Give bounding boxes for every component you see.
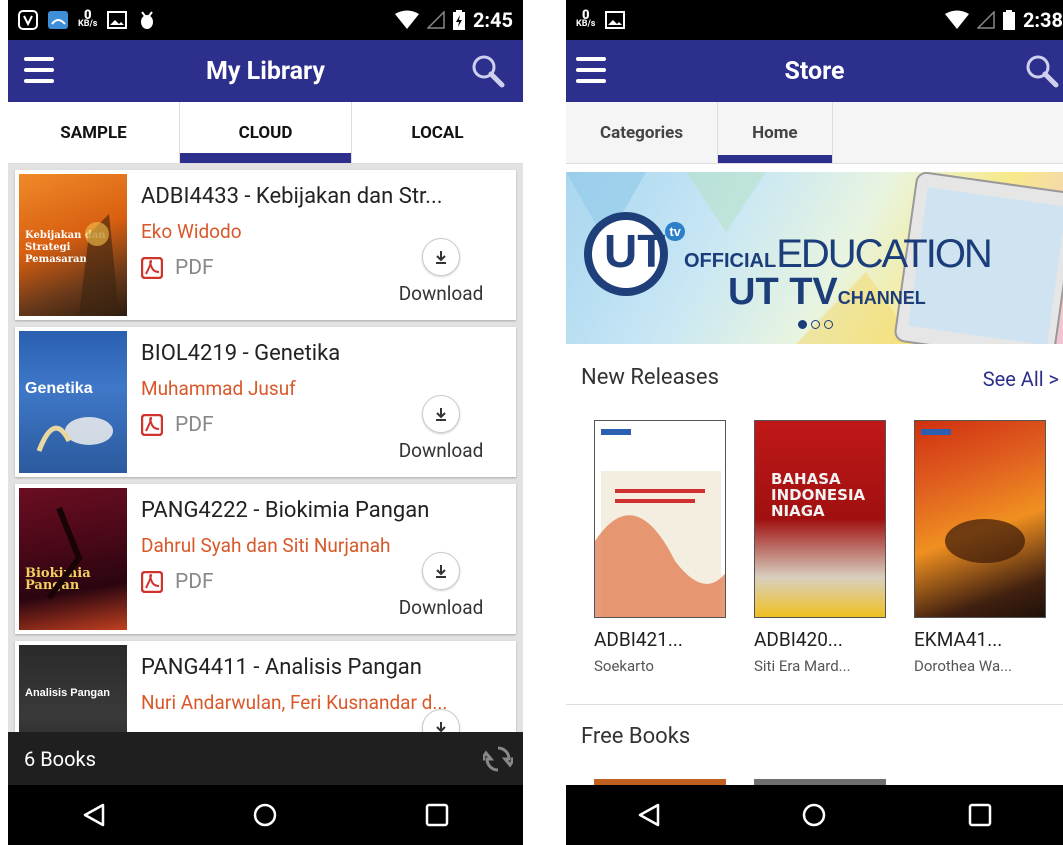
book-card[interactable]: Genetika BIOL4219 - Genetika Muhammad Ju…	[15, 327, 516, 477]
tab-categories[interactable]: Categories	[566, 102, 717, 163]
book-title: BIOL4219 - Genetika	[141, 341, 341, 366]
book-cover: Biokimia Pangan	[19, 488, 127, 630]
book-count: 6 Books	[24, 746, 96, 771]
search-icon[interactable]	[471, 54, 505, 88]
file-format: PDF	[141, 413, 214, 437]
app-bar: Store	[566, 40, 1063, 102]
pdf-icon	[141, 571, 163, 593]
my-library-screen: 0 KB/s 2:45 My Library SAMPLE CLOUD LOCAL	[8, 0, 523, 845]
book-cover	[914, 420, 1046, 618]
store-tabs: Categories Home	[566, 102, 1063, 164]
page-title: My Library	[206, 56, 325, 86]
download-icon	[436, 251, 446, 264]
back-icon[interactable]	[629, 795, 669, 835]
book-title: PANG4411 - Analisis Pangan	[141, 655, 422, 680]
new-releases-heading: New Releases	[581, 365, 719, 390]
clock: 2:38	[1022, 8, 1063, 32]
file-format: PDF	[141, 570, 214, 594]
menu-icon[interactable]	[576, 57, 606, 83]
release-item[interactable]: BAHASA INDONESIA NIAGA ADBI420... Siti E…	[754, 420, 886, 675]
release-title: EKMA41...	[914, 628, 1003, 651]
book-card[interactable]: Biokimia Pangan PANG4222 - Biokimia Pang…	[15, 484, 516, 634]
battery-icon	[1002, 10, 1015, 30]
menu-icon[interactable]	[24, 57, 54, 83]
file-format: PDF	[141, 256, 214, 280]
see-all-link[interactable]: See All >	[983, 367, 1059, 391]
ut-logo: UT tv	[604, 222, 685, 278]
back-icon[interactable]	[74, 795, 114, 835]
release-author: Dorothea Wa...	[914, 657, 1012, 675]
search-icon[interactable]	[1025, 54, 1059, 88]
release-item[interactable]: ADBI421... Soekarto	[594, 420, 726, 675]
carousel-dot-active	[798, 320, 807, 329]
tab-home[interactable]: Home	[717, 102, 832, 163]
book-cover: Kebijakan dan Strategi Pemasaran	[19, 174, 127, 316]
pdf-icon	[141, 257, 163, 279]
recents-icon[interactable]	[417, 795, 457, 835]
signal-icon	[426, 11, 445, 29]
download-button[interactable]	[386, 709, 496, 732]
book-card[interactable]: Kebijakan dan Strategi Pemasaran ADBI443…	[15, 170, 516, 320]
home-icon[interactable]	[794, 795, 834, 835]
signal-icon	[976, 11, 995, 29]
book-title: PANG4222 - Biokimia Pangan	[141, 498, 430, 523]
page-title: Store	[784, 56, 845, 86]
release-author: Soekarto	[594, 657, 654, 675]
download-button[interactable]: Download	[386, 395, 496, 462]
release-author: Siti Era Mard...	[754, 657, 851, 675]
free-books-heading: Free Books	[581, 724, 691, 749]
download-icon	[436, 408, 446, 421]
image-notification-icon	[107, 10, 128, 30]
book-title: ADBI4433 - Kebijakan dan Str...	[141, 184, 443, 209]
download-button[interactable]: Download	[386, 238, 496, 305]
weather-notification-icon	[48, 10, 68, 30]
banner-text: OFFICIALEDUCATION UT TVCHANNEL	[684, 232, 993, 313]
download-button[interactable]: Download	[386, 552, 496, 619]
bug-notification-icon	[137, 10, 157, 30]
download-icon	[436, 565, 446, 578]
network-speed: 0 KB/s	[78, 8, 98, 29]
sync-icon[interactable]	[483, 744, 513, 774]
promo-banner[interactable]: UT tv OFFICIALEDUCATION UT TVCHANNEL	[566, 172, 1063, 344]
carousel-dot	[824, 320, 833, 329]
release-title: ADBI421...	[594, 628, 683, 651]
clock: 2:45	[472, 8, 513, 32]
recents-icon[interactable]	[960, 795, 1000, 835]
book-cover: Genetika	[19, 331, 127, 473]
library-tabs: SAMPLE CLOUD LOCAL	[8, 102, 523, 164]
book-cover	[594, 420, 726, 618]
store-screen: 0 KB/s 2:38 Store Categories Home UT tv …	[566, 0, 1063, 845]
tab-local[interactable]: LOCAL	[352, 102, 523, 163]
image-notification-icon	[605, 10, 626, 30]
book-cover: Analisis Pangan	[19, 645, 127, 732]
book-card[interactable]: Analisis Pangan PANG4411 - Analisis Pang…	[15, 641, 516, 732]
carousel-dot	[811, 320, 820, 329]
android-nav-bar	[566, 785, 1063, 845]
wifi-icon	[394, 10, 419, 29]
release-item[interactable]: EKMA41... Dorothea Wa...	[914, 420, 1046, 675]
download-icon	[436, 722, 446, 732]
release-title: ADBI420...	[754, 628, 843, 651]
store-content: UT tv OFFICIALEDUCATION UT TVCHANNEL New …	[566, 164, 1063, 785]
section-divider	[566, 704, 1063, 705]
tab-sample[interactable]: SAMPLE	[8, 102, 179, 163]
book-count-bar: 6 Books	[8, 732, 523, 785]
battery-charging-icon	[452, 10, 465, 30]
book-list: Kebijakan dan Strategi Pemasaran ADBI443…	[8, 164, 523, 732]
app-notification-icon	[18, 10, 38, 30]
status-bar: 0 KB/s 2:45	[8, 0, 523, 40]
wifi-icon	[944, 10, 969, 29]
android-nav-bar	[8, 785, 523, 845]
status-bar: 0 KB/s 2:38	[566, 0, 1063, 40]
tab-cloud[interactable]: CLOUD	[179, 102, 352, 163]
app-bar: My Library	[8, 40, 523, 102]
home-icon[interactable]	[245, 795, 285, 835]
carousel-indicator	[798, 320, 833, 329]
network-speed: 0 KB/s	[576, 8, 596, 29]
book-cover: BAHASA INDONESIA NIAGA	[754, 420, 886, 618]
pdf-icon	[141, 414, 163, 436]
